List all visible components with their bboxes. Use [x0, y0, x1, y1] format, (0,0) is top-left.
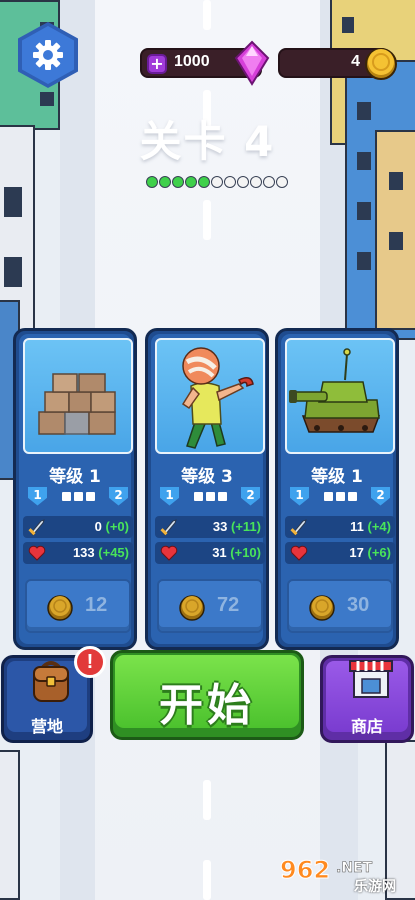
start-label: 开始	[159, 680, 255, 731]
level-title: 关卡 4	[139, 117, 276, 166]
upgrade-button[interactable]: 30	[287, 579, 393, 633]
backpack-icon	[33, 661, 69, 702]
lane-marking	[203, 780, 211, 820]
coin-icon	[309, 595, 335, 621]
fighter-portrait	[155, 338, 265, 454]
tier-progress: 1 2	[290, 486, 390, 506]
health-value: 31	[212, 545, 227, 560]
shop-button[interactable]: 商店	[320, 655, 414, 743]
heart-icon	[290, 545, 308, 561]
upgrade-cost: 30	[347, 594, 370, 616]
upgrade-card-fighter[interactable]: 等级 3 1 2 33 (+11) 31 (+10) 72	[145, 328, 269, 650]
sword-icon	[290, 519, 307, 536]
gem-count: 1000	[174, 53, 210, 70]
boxes-portrait	[23, 338, 133, 454]
upgrade-button[interactable]: 12	[25, 579, 131, 633]
upgrade-card-boxes[interactable]: 等级 1 1 2 0 (+0) 133 (+45) 12	[13, 328, 137, 650]
boxes-icon	[38, 373, 116, 435]
progress-dot-pending	[263, 176, 275, 188]
camp-label: 营地	[30, 717, 63, 736]
attack-stat: 33 (+11)	[155, 516, 265, 538]
progress-dot-complete	[185, 176, 197, 188]
tier-from-badge: 1	[290, 486, 309, 506]
sword-icon	[28, 519, 45, 536]
attack-bonus: (+4)	[367, 519, 391, 534]
tier-progress: 1 2	[28, 486, 128, 506]
progress-dot-complete	[172, 176, 184, 188]
attack-stat: 11 (+4)	[285, 516, 395, 538]
card-level: 等级 1	[49, 467, 101, 487]
camp-alert-badge: !	[74, 646, 106, 678]
progress-dot-pending	[250, 176, 262, 188]
shop-label: 商店	[350, 717, 383, 736]
gem-counter: + 1000	[140, 40, 270, 86]
sword-icon	[160, 519, 177, 536]
coin-counter: 4	[278, 48, 397, 80]
heart-icon	[160, 545, 178, 561]
progress-dot-pending	[237, 176, 249, 188]
upgrade-cost: 72	[217, 594, 240, 616]
attack-stat: 0 (+0)	[23, 516, 133, 538]
coin-count: 4	[351, 53, 360, 70]
tier-to-badge: 2	[371, 486, 390, 506]
tier-from-badge: 1	[160, 486, 179, 506]
fighter-icon	[181, 347, 254, 449]
attack-bonus: (+11)	[231, 519, 261, 534]
lane-marking	[203, 0, 211, 30]
tank-portrait	[285, 338, 395, 454]
level-progress	[146, 176, 288, 188]
progress-dot-complete	[198, 176, 210, 188]
lane-marking	[203, 860, 211, 900]
progress-dot-pending	[211, 176, 223, 188]
health-bonus: (+6)	[367, 545, 391, 560]
lane-marking	[203, 200, 211, 240]
svg-text:.NET: .NET	[336, 860, 373, 876]
progress-dot-pending	[276, 176, 288, 188]
health-stat: 31 (+10)	[155, 542, 265, 564]
progress-dot-complete	[159, 176, 171, 188]
upgrade-cost: 12	[85, 594, 108, 616]
progress-dot-complete	[146, 176, 158, 188]
coin-icon	[179, 595, 205, 621]
upgrade-button[interactable]: 72	[157, 579, 263, 633]
card-level: 等级 3	[181, 467, 233, 487]
watermark-logo: 962 .NET 乐游网	[276, 852, 412, 896]
shop-icon	[349, 660, 393, 698]
coin-icon	[365, 48, 397, 80]
card-level: 等级 1	[311, 467, 363, 487]
progress-dot-pending	[224, 176, 236, 188]
building	[0, 750, 20, 900]
health-stat: 17 (+6)	[285, 542, 395, 564]
upgrade-card-tank[interactable]: 等级 1 1 2 11 (+4) 17 (+6) 30	[275, 328, 399, 650]
svg-text:962: 962	[280, 856, 330, 884]
tank-icon	[289, 348, 381, 433]
attack-value: 11	[350, 519, 364, 534]
gear-icon	[33, 40, 63, 70]
health-value: 17	[349, 545, 364, 560]
tier-from-badge: 1	[28, 486, 47, 506]
health-stat: 133 (+45)	[23, 542, 133, 564]
attack-value: 0	[94, 519, 102, 534]
start-button[interactable]: 开始	[110, 650, 304, 740]
coin-icon	[47, 595, 73, 621]
add-gems-button[interactable]: +	[147, 54, 167, 74]
watermark-site: 乐游网	[354, 879, 396, 895]
attack-bonus: (+0)	[105, 519, 129, 534]
gem-icon	[234, 40, 270, 86]
attack-value: 33	[212, 519, 228, 534]
tier-progress: 1 2	[160, 486, 260, 506]
health-bonus: (+10)	[230, 545, 261, 560]
tier-to-badge: 2	[109, 486, 128, 506]
health-value: 133	[72, 545, 95, 560]
heart-icon	[28, 545, 46, 561]
health-bonus: (+45)	[98, 545, 129, 560]
tier-to-badge: 2	[241, 486, 260, 506]
